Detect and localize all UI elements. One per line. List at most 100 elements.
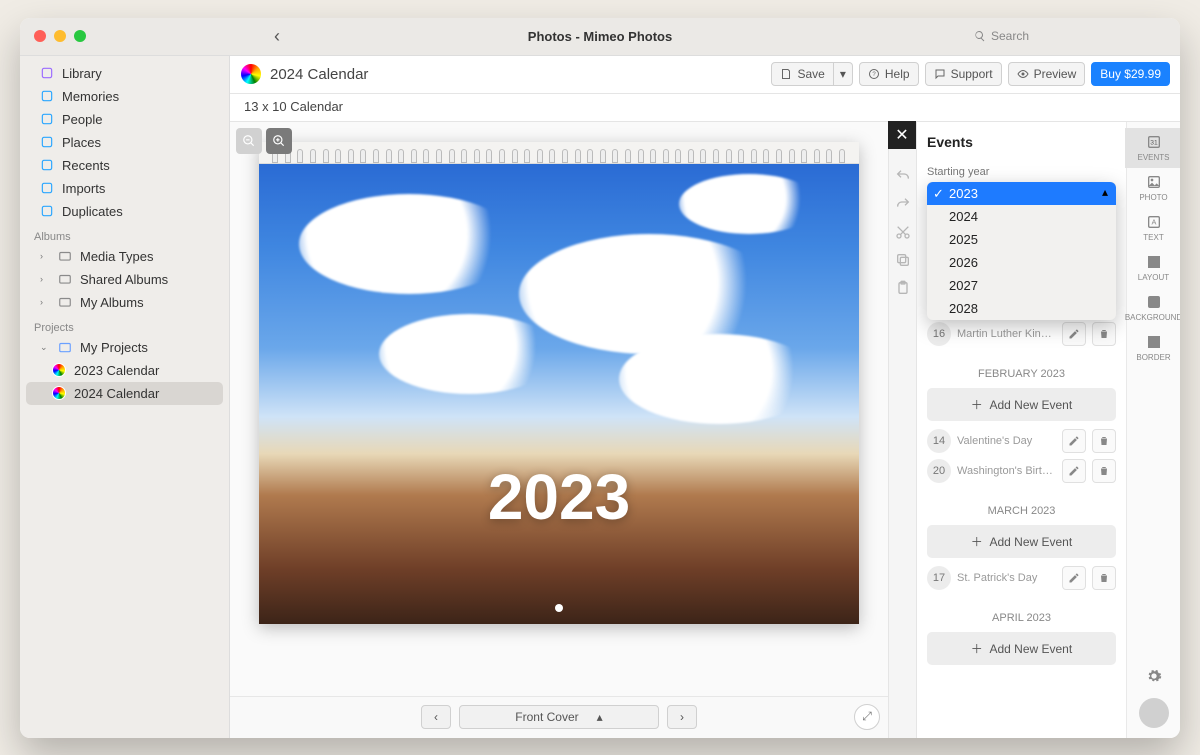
tab-layout[interactable]: LAYOUT bbox=[1125, 248, 1180, 288]
search-field[interactable]: Search bbox=[968, 27, 1168, 45]
chevron-up-icon: ▴ bbox=[597, 710, 603, 724]
sidebar-item-label: Places bbox=[62, 135, 101, 150]
year-option-2026[interactable]: 2026 bbox=[927, 251, 1116, 274]
buy-button[interactable]: Buy $29.99 bbox=[1091, 62, 1170, 86]
support-label: Support bbox=[951, 67, 993, 81]
people-icon bbox=[40, 112, 54, 126]
add-event-button[interactable]: ＋ Add New Event bbox=[927, 388, 1116, 421]
zoom-in-button[interactable] bbox=[266, 128, 292, 154]
close-window[interactable] bbox=[34, 30, 46, 42]
help-button[interactable]: ?Help bbox=[859, 62, 919, 86]
delete-event-button[interactable] bbox=[1092, 459, 1116, 483]
edit-tool-strip: ✕ bbox=[888, 122, 916, 738]
add-event-button[interactable]: ＋ Add New Event bbox=[927, 632, 1116, 665]
calendar-cover[interactable]: 2023 bbox=[259, 142, 859, 624]
minimize-window[interactable] bbox=[54, 30, 66, 42]
page-next-button[interactable]: › bbox=[667, 705, 697, 729]
sidebar-item-my-albums[interactable]: ›My Albums bbox=[26, 291, 223, 314]
sidebar-item-shared-albums[interactable]: ›Shared Albums bbox=[26, 268, 223, 291]
zoom-out-button[interactable] bbox=[236, 128, 262, 154]
page-selector[interactable]: Front Cover▴ bbox=[459, 705, 659, 729]
cut-icon[interactable] bbox=[895, 224, 911, 240]
event-day: 16 bbox=[927, 322, 951, 346]
sidebar-item-imports[interactable]: Imports bbox=[26, 177, 223, 200]
tab-label: BORDER bbox=[1136, 353, 1170, 362]
event-row: 16Martin Luther Kin… bbox=[927, 322, 1116, 346]
month-header: FEBRUARY 2023 bbox=[927, 368, 1116, 380]
delete-event-button[interactable] bbox=[1092, 322, 1116, 346]
sidebar-item-places[interactable]: Places bbox=[26, 131, 223, 154]
year-dropdown: 2023▴20242025202620272028 bbox=[927, 182, 1116, 320]
sidebar-item-duplicates[interactable]: Duplicates bbox=[26, 200, 223, 223]
paste-icon[interactable] bbox=[895, 280, 911, 296]
edit-event-button[interactable] bbox=[1062, 566, 1086, 590]
places-icon bbox=[40, 135, 54, 149]
event-day: 17 bbox=[927, 566, 951, 590]
memories-icon bbox=[40, 89, 54, 103]
sidebar-item-label: Memories bbox=[62, 89, 119, 104]
edit-event-button[interactable] bbox=[1062, 459, 1086, 483]
event-row: 17 St. Patrick's Day bbox=[927, 566, 1116, 590]
cover-photo: 2023 bbox=[259, 164, 859, 624]
delete-event-button[interactable] bbox=[1092, 429, 1116, 453]
tab-events[interactable]: 31EVENTS bbox=[1125, 128, 1180, 168]
sidebar-item-library[interactable]: Library bbox=[26, 62, 223, 85]
undo-icon[interactable] bbox=[895, 168, 911, 184]
year-option-2027[interactable]: 2027 bbox=[927, 274, 1116, 297]
settings-icon[interactable] bbox=[1146, 668, 1162, 684]
sidebar-item-media-types[interactable]: ›Media Types bbox=[26, 245, 223, 268]
sidebar-my-projects[interactable]: ⌄ My Projects bbox=[26, 336, 223, 359]
add-event-button[interactable]: ＋ Add New Event bbox=[927, 525, 1116, 558]
delete-event-button[interactable] bbox=[1092, 566, 1116, 590]
imports-icon bbox=[40, 181, 54, 195]
sidebar-item-label: Media Types bbox=[80, 249, 153, 264]
page-prev-button[interactable]: ‹ bbox=[421, 705, 451, 729]
year-option-2025[interactable]: 2025 bbox=[927, 228, 1116, 251]
edit-event-button[interactable] bbox=[1062, 322, 1086, 346]
library-icon bbox=[40, 66, 54, 80]
year-option-2023[interactable]: 2023▴ bbox=[927, 182, 1116, 205]
sidebar-item-label: 2023 Calendar bbox=[74, 363, 159, 378]
tab-label: PHOTO bbox=[1139, 193, 1167, 202]
tab-photo[interactable]: PHOTO bbox=[1125, 168, 1180, 208]
project-2023-calendar[interactable]: 2023 Calendar bbox=[26, 359, 223, 382]
fit-to-screen-button[interactable]: ⤢ bbox=[854, 704, 880, 730]
search-placeholder: Search bbox=[991, 29, 1029, 43]
svg-text:A: A bbox=[1151, 217, 1156, 226]
sidebar-item-label: Imports bbox=[62, 181, 105, 196]
edit-event-button[interactable] bbox=[1062, 429, 1086, 453]
year-option-2024[interactable]: 2024 bbox=[927, 205, 1116, 228]
svg-text:31: 31 bbox=[1150, 139, 1158, 146]
year-option-2028[interactable]: 2028 bbox=[927, 297, 1116, 320]
save-label: Save bbox=[797, 67, 824, 81]
event-name: St. Patrick's Day bbox=[957, 572, 1056, 584]
cover-year: 2023 bbox=[488, 460, 630, 534]
app-window: ‹ Photos - Mimeo Photos Search LibraryMe… bbox=[20, 18, 1180, 738]
save-dropdown[interactable]: ▾ bbox=[834, 62, 853, 86]
events-title: Events bbox=[917, 122, 1126, 160]
tab-border[interactable]: BORDER bbox=[1125, 328, 1180, 368]
tab-background[interactable]: BACKGROUND bbox=[1125, 288, 1180, 328]
back-button[interactable]: ‹ bbox=[266, 26, 288, 47]
help-bubble[interactable] bbox=[1139, 698, 1169, 728]
preview-button[interactable]: Preview bbox=[1008, 62, 1086, 86]
copy-icon[interactable] bbox=[895, 252, 911, 268]
sidebar-item-label: My Albums bbox=[80, 295, 144, 310]
support-button[interactable]: Support bbox=[925, 62, 1002, 86]
project-2024-calendar[interactable]: 2024 Calendar bbox=[26, 382, 223, 405]
sidebar-item-recents[interactable]: Recents bbox=[26, 154, 223, 177]
sidebar-item-memories[interactable]: Memories bbox=[26, 85, 223, 108]
chevron-down-icon: ⌄ bbox=[40, 342, 50, 353]
maximize-window[interactable] bbox=[74, 30, 86, 42]
spiral-binding bbox=[259, 142, 859, 164]
sidebar-item-people[interactable]: People bbox=[26, 108, 223, 131]
tab-text[interactable]: ATEXT bbox=[1125, 208, 1180, 248]
redo-icon[interactable] bbox=[895, 196, 911, 212]
event-day: 14 bbox=[927, 429, 951, 453]
save-button[interactable]: Save bbox=[771, 62, 833, 86]
sidebar-item-label: Shared Albums bbox=[80, 272, 168, 287]
events-panel: Events Starting year 2023▾ 2023▴20242025… bbox=[916, 122, 1126, 738]
close-panel-button[interactable]: ✕ bbox=[888, 121, 916, 149]
pager: ‹ Front Cover▴ › bbox=[230, 696, 888, 738]
month-header: APRIL 2023 bbox=[927, 612, 1116, 624]
